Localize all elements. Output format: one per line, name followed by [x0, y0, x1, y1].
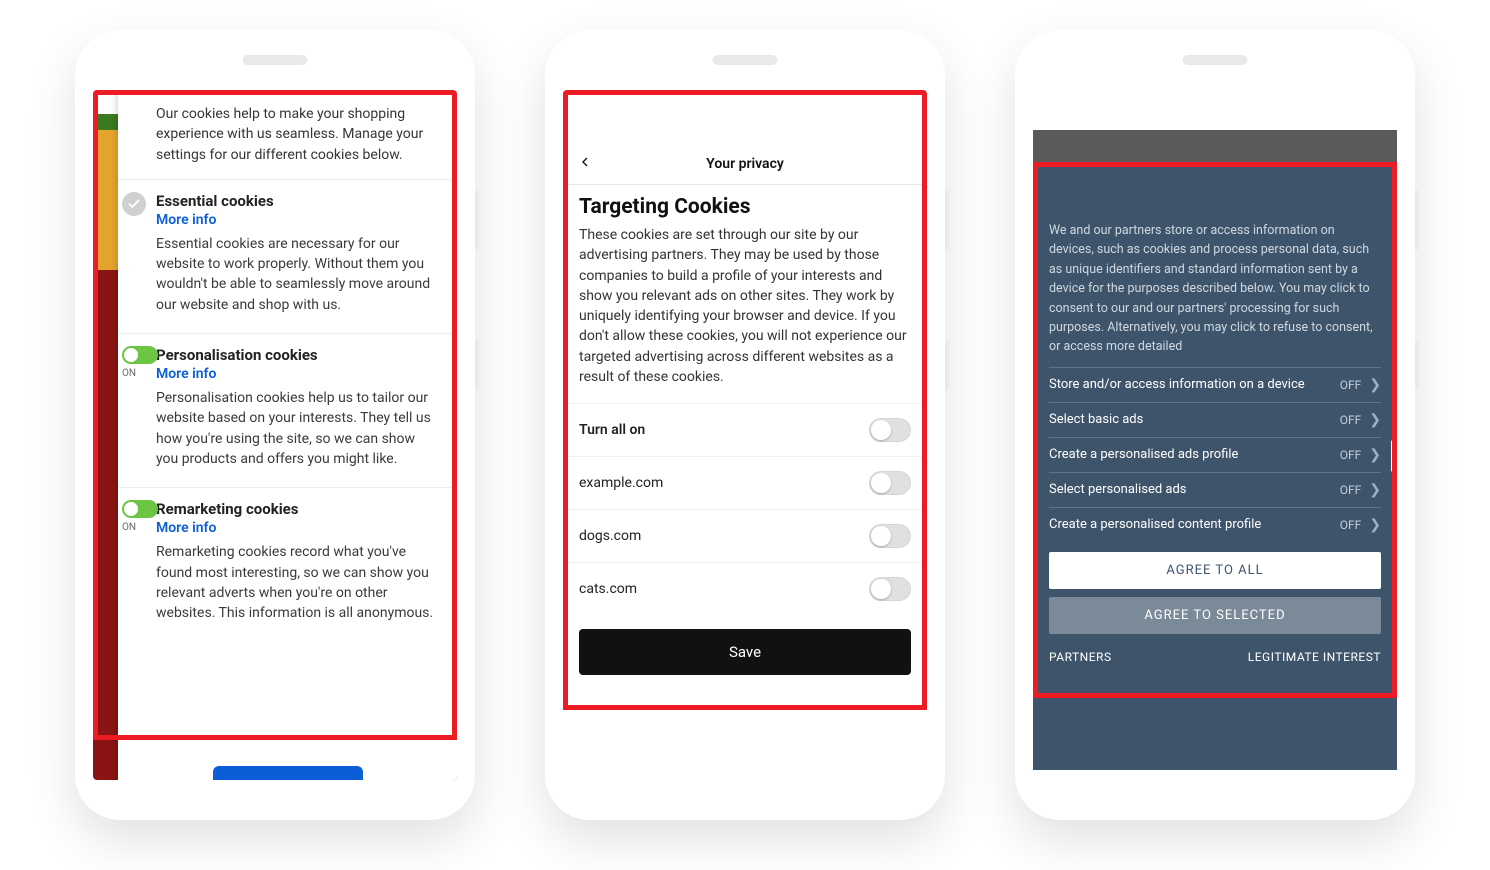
consent-item[interactable]: Select personalised ads OFF ❯ — [1049, 472, 1381, 507]
row-label: cats.com — [579, 581, 637, 597]
section-remarketing-cookies: ON Remarketing cookies More info Remarke… — [118, 488, 457, 641]
save-button[interactable] — [213, 766, 363, 780]
cookie-settings-panel: Our cookies help to make your shopping e… — [118, 90, 457, 780]
toggle-row-turn-all-on: Turn all on — [563, 403, 927, 456]
phone-mockup-3: We and our partners store or access info… — [1015, 30, 1415, 820]
partners-link[interactable]: PARTNERS — [1049, 650, 1112, 664]
toggle-switch[interactable] — [122, 346, 158, 364]
section-body: Essential cookies are necessary for our … — [156, 234, 439, 315]
screen-3: We and our partners store or access info… — [1033, 90, 1397, 780]
toggle-state-label: ON — [122, 368, 158, 379]
item-label: Create a personalised ads profile — [1049, 447, 1238, 462]
phone-mockup-1: Our cookies help to make your shopping e… — [75, 30, 475, 820]
item-label: Create a personalised content profile — [1049, 517, 1261, 532]
consent-dialog: We and our partners store or access info… — [1033, 166, 1397, 770]
more-info-link[interactable]: More info — [156, 212, 439, 228]
screen-2: Your privacy Targeting Cookies These coo… — [563, 90, 927, 780]
consent-item[interactable]: Select basic ads OFF ❯ — [1049, 402, 1381, 437]
toggle-switch[interactable] — [869, 577, 911, 601]
section-title: Personalisation cookies — [156, 346, 439, 364]
intro-text: Our cookies help to make your shopping e… — [118, 90, 457, 180]
item-label: Select basic ads — [1049, 412, 1143, 427]
item-state: OFF — [1340, 518, 1362, 532]
toggle-row-domain: example.com — [563, 456, 927, 509]
item-label: Select personalised ads — [1049, 482, 1187, 497]
section-title: Essential cookies — [156, 192, 439, 210]
page-heading: Targeting Cookies — [563, 185, 927, 225]
toggle-switch[interactable] — [122, 500, 158, 518]
item-state: OFF — [1340, 448, 1362, 462]
chevron-right-icon: ❯ — [1369, 482, 1381, 498]
section-body: Remarketing cookies record what you've f… — [156, 542, 439, 623]
intro-text: We and our partners store or access info… — [1049, 221, 1381, 357]
toggle-switch[interactable] — [869, 524, 911, 548]
agree-to-selected-button[interactable]: AGREE TO SELECTED — [1049, 597, 1381, 634]
row-label: dogs.com — [579, 528, 641, 544]
legitimate-interest-link[interactable]: LEGITIMATE INTEREST — [1248, 650, 1381, 664]
item-state: OFF — [1340, 378, 1362, 392]
section-personalisation-cookies: ON Personalisation cookies More info Per… — [118, 334, 457, 488]
item-state: OFF — [1340, 413, 1362, 427]
save-button[interactable]: Save — [579, 629, 911, 675]
agree-to-all-button[interactable]: AGREE TO ALL — [1049, 552, 1381, 589]
more-info-link[interactable]: More info — [156, 366, 439, 382]
consent-item[interactable]: Create a personalised ads profile OFF ❯ — [1049, 437, 1381, 472]
toggle-row-domain: dogs.com — [563, 509, 927, 562]
section-essential-cookies: Essential cookies More info Essential co… — [118, 180, 457, 334]
item-state: OFF — [1340, 483, 1362, 497]
toggle-switch[interactable] — [869, 418, 911, 442]
chevron-right-icon: ❯ — [1369, 412, 1381, 428]
section-title: Remarketing cookies — [156, 500, 439, 518]
description-text: These cookies are set through our site b… — [563, 225, 927, 403]
consent-item[interactable]: Create a personalised content profile OF… — [1049, 507, 1381, 542]
row-label: example.com — [579, 475, 663, 491]
chevron-right-icon: ❯ — [1369, 377, 1381, 393]
more-info-link[interactable]: More info — [156, 520, 439, 536]
toggle-state-label: ON — [122, 522, 158, 533]
chevron-right-icon: ❯ — [1369, 447, 1381, 463]
scrollbar-thumb[interactable] — [1391, 440, 1395, 472]
header-title: Your privacy — [577, 156, 913, 172]
toggle-switch[interactable] — [869, 471, 911, 495]
consent-item[interactable]: Store and/or access information on a dev… — [1049, 367, 1381, 402]
chevron-right-icon: ❯ — [1369, 517, 1381, 533]
header-bar: Your privacy — [563, 144, 927, 185]
toggle-row-domain: cats.com — [563, 562, 927, 615]
screen-1: Our cookies help to make your shopping e… — [93, 90, 457, 780]
section-body: Personalisation cookies help us to tailo… — [156, 388, 439, 469]
phone-mockup-2: Your privacy Targeting Cookies These coo… — [545, 30, 945, 820]
item-label: Store and/or access information on a dev… — [1049, 377, 1305, 392]
check-icon — [122, 192, 146, 216]
row-label: Turn all on — [579, 422, 645, 438]
